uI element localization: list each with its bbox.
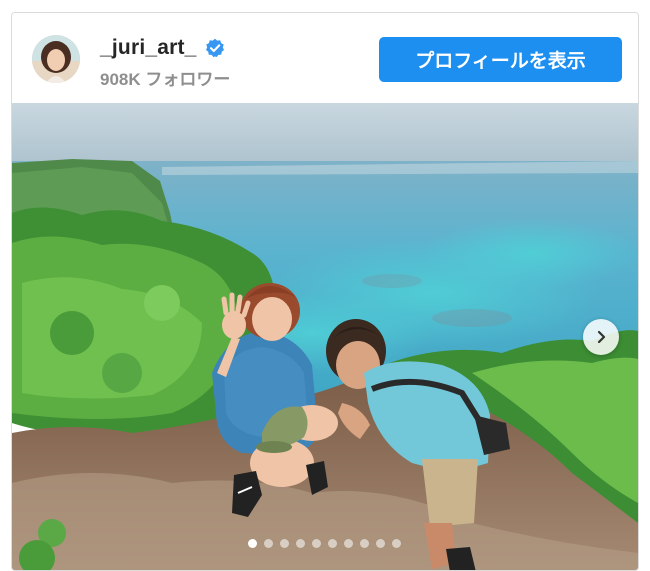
carousel-dot: [360, 539, 369, 548]
carousel-dot: [344, 539, 353, 548]
verified-badge-icon: [205, 38, 225, 58]
chevron-right-icon: [597, 330, 606, 344]
username[interactable]: _juri_art_: [100, 36, 197, 60]
carousel-dot: [392, 539, 401, 548]
carousel-dot: [328, 539, 337, 548]
carousel-dot: [376, 539, 385, 548]
post-photo[interactable]: [12, 103, 638, 570]
post-header: _juri_art_ 908K フォロワー プロフィールを表示: [12, 13, 638, 103]
avatar[interactable]: [32, 35, 80, 83]
carousel-dot: [296, 539, 305, 548]
carousel-dot: [248, 539, 257, 548]
next-slide-button[interactable]: [583, 319, 619, 355]
instagram-embed-card: _juri_art_ 908K フォロワー プロフィールを表示: [11, 12, 639, 571]
carousel-dot: [264, 539, 273, 548]
carousel-dot: [280, 539, 289, 548]
carousel-dot: [312, 539, 321, 548]
username-row: _juri_art_: [100, 36, 225, 60]
carousel-indicator: [248, 539, 401, 548]
view-profile-button[interactable]: プロフィールを表示: [379, 37, 622, 82]
follower-count: 908K フォロワー: [100, 70, 231, 89]
